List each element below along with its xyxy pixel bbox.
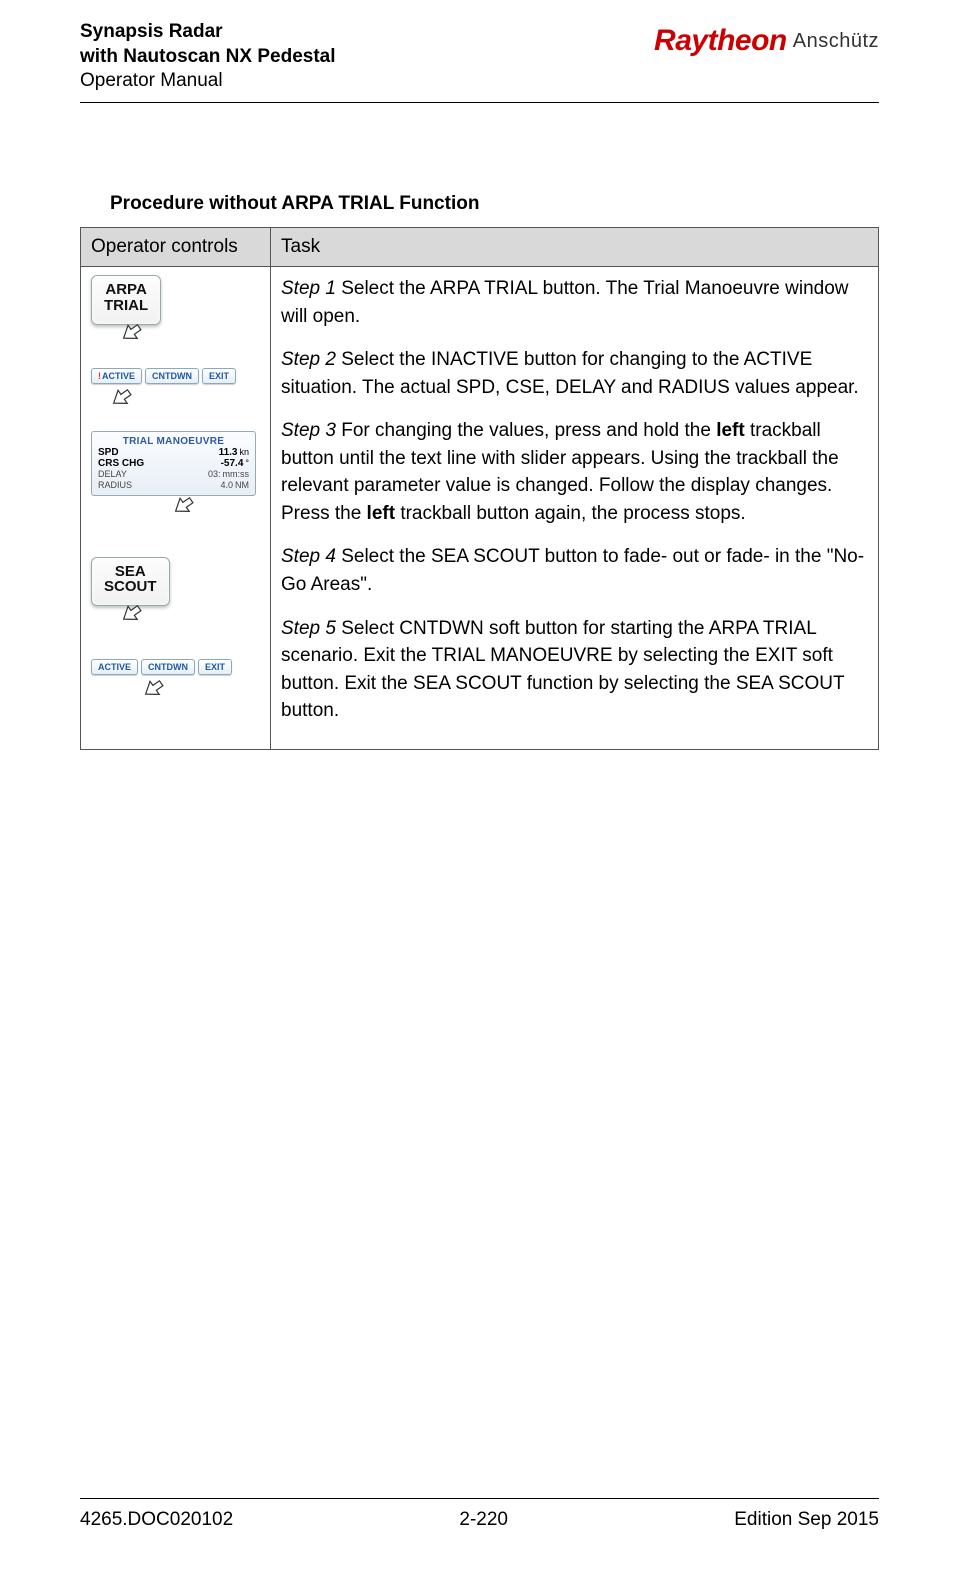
step-3-bold-b: left xyxy=(367,503,396,524)
arpa-trial-label-1: ARPA xyxy=(104,282,148,298)
pointer-arrow-icon xyxy=(119,602,260,631)
radius-label: RADIUS xyxy=(98,480,132,491)
delay-unit: mm:ss xyxy=(223,469,250,479)
pointer-arrow-icon xyxy=(119,321,260,350)
delay-label: DELAY xyxy=(98,469,127,480)
exit-softkey-1[interactable]: EXIT xyxy=(202,368,236,384)
active-softkey-1[interactable]: !ACTIVE xyxy=(91,368,142,384)
step-3-bold-a: left xyxy=(716,420,745,441)
pointer-arrow-icon xyxy=(109,386,260,415)
radius-unit: NM xyxy=(235,480,249,490)
raytheon-logo: Raytheon xyxy=(654,24,787,58)
page-footer: 4265.DOC020102 2-220 Edition Sep 2015 xyxy=(80,1498,879,1531)
step-1-label: Step 1 xyxy=(281,278,336,299)
step-4: Step 4 Select the SEA SCOUT button to fa… xyxy=(281,543,868,598)
procedure-table: Operator controls Task ARPA TRIAL !ACTIV… xyxy=(80,227,879,750)
step-2-text: Select the INACTIVE button for changing … xyxy=(281,349,859,398)
page-header: Synapsis Radar with Nautoscan NX Pedesta… xyxy=(80,20,879,103)
exit-softkey-2[interactable]: EXIT xyxy=(198,659,232,675)
step-1: Step 1 Select the ARPA TRIAL button. The… xyxy=(281,275,868,330)
col-header-task: Task xyxy=(271,228,879,267)
doc-title-block: Synapsis Radar with Nautoscan NX Pedesta… xyxy=(80,20,336,94)
warning-icon: ! xyxy=(98,371,101,381)
pointer-arrow-icon xyxy=(141,677,260,706)
step-3-text-a: For changing the values, press and hold … xyxy=(336,420,716,441)
anschutz-logo: Anschütz xyxy=(793,30,879,53)
step-2: Step 2 Select the INACTIVE button for ch… xyxy=(281,346,868,401)
sea-scout-label-2: SCOUT xyxy=(104,579,157,595)
step-4-label: Step 4 xyxy=(281,546,336,567)
step-3-label: Step 3 xyxy=(281,420,336,441)
spd-unit: kn xyxy=(239,447,249,457)
doc-title-line1: Synapsis Radar xyxy=(80,20,336,45)
cntdwn-softkey-1[interactable]: CNTDWN xyxy=(145,368,199,384)
arpa-trial-label-2: TRIAL xyxy=(104,298,148,314)
step-2-label: Step 2 xyxy=(281,349,336,370)
delay-value: 03: xyxy=(208,469,221,479)
doc-title-line2: with Nautoscan NX Pedestal xyxy=(80,45,336,70)
crs-value: -57.4 xyxy=(221,458,244,469)
doc-subtitle: Operator Manual xyxy=(80,69,336,94)
active-softkey-2[interactable]: ACTIVE xyxy=(91,659,138,675)
step-5: Step 5 Select CNTDWN soft button for sta… xyxy=(281,615,868,725)
col-header-controls: Operator controls xyxy=(81,228,271,267)
pointer-arrow-icon xyxy=(171,494,260,523)
arpa-trial-button[interactable]: ARPA TRIAL xyxy=(91,275,161,325)
sea-scout-label-1: SEA xyxy=(104,564,157,580)
step-5-text: Select CNTDWN soft button for starting t… xyxy=(281,618,844,722)
step-3: Step 3 For changing the values, press an… xyxy=(281,417,868,527)
crs-unit: ° xyxy=(245,458,249,468)
section-title: Procedure without ARPA TRIAL Function xyxy=(110,193,879,215)
brand-logo: Raytheon Anschütz xyxy=(654,24,879,58)
radius-value: 4.0 xyxy=(220,480,233,490)
spd-label: SPD xyxy=(98,447,119,458)
spd-value: 11.3 xyxy=(219,447,238,458)
footer-edition: Edition Sep 2015 xyxy=(734,1509,879,1531)
step-5-label: Step 5 xyxy=(281,618,336,639)
step-1-text: Select the ARPA TRIAL button. The Trial … xyxy=(281,278,849,327)
crs-label: CRS CHG xyxy=(98,458,144,469)
footer-doc-id: 4265.DOC020102 xyxy=(80,1509,233,1531)
step-4-text: Select the SEA SCOUT button to fade- out… xyxy=(281,546,864,595)
panel-title: TRIAL MANOEUVRE xyxy=(98,436,249,447)
trial-manoeuvre-panel: TRIAL MANOEUVRE SPD11.3kn CRS CHG-57.4° … xyxy=(91,431,256,496)
footer-page-number: 2-220 xyxy=(459,1509,508,1531)
cntdwn-softkey-2[interactable]: CNTDWN xyxy=(141,659,195,675)
operator-controls-cell: ARPA TRIAL !ACTIVE CNTDWN EXIT TRIAL MAN… xyxy=(81,267,271,750)
step-3-text-c: trackball button again, the process stop… xyxy=(395,503,746,524)
task-cell: Step 1 Select the ARPA TRIAL button. The… xyxy=(271,267,879,750)
